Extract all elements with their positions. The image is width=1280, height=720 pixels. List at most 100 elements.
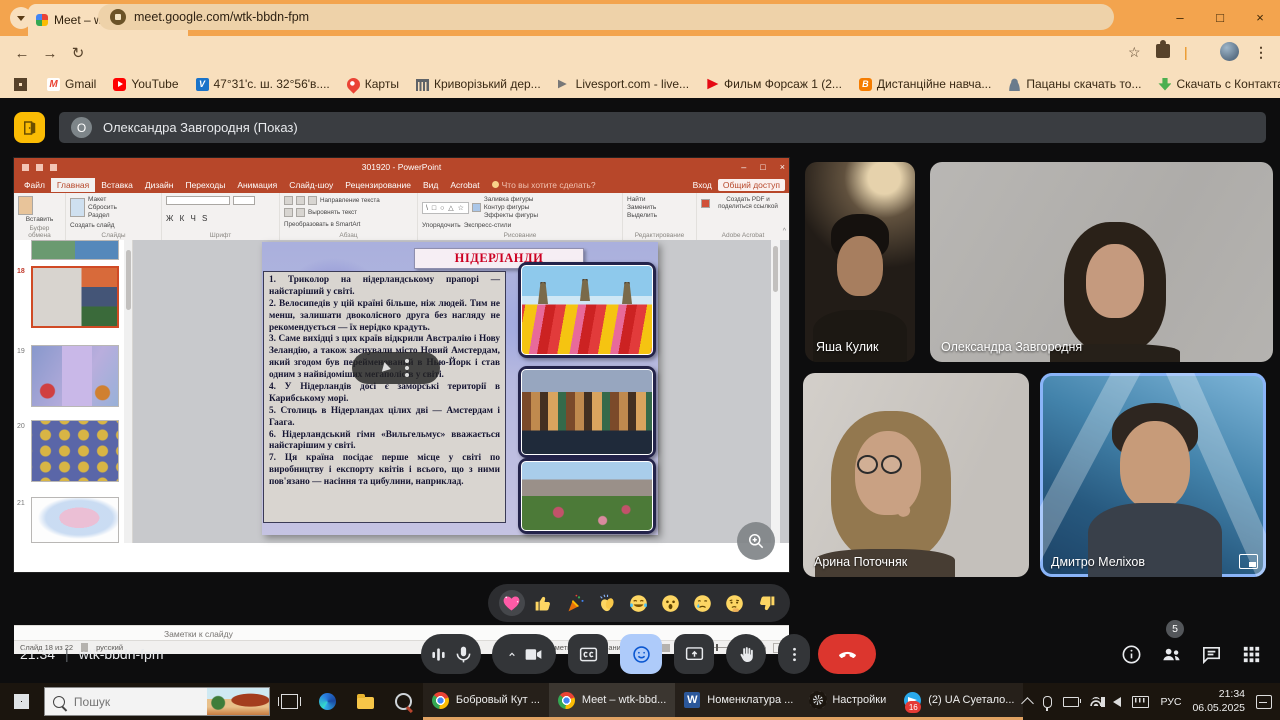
touch-keyboard-icon[interactable] (1132, 696, 1149, 708)
captions-button[interactable] (568, 634, 608, 674)
activities-button[interactable] (1240, 643, 1263, 671)
map-v-icon: V (196, 78, 209, 91)
meeting-room-button[interactable] (14, 112, 45, 143)
bookmark-maps[interactable]: Карты (347, 77, 399, 91)
silhouette (813, 310, 907, 362)
replace-label: Заменить (627, 204, 692, 211)
bookmark-star-icon[interactable]: ☆ (1128, 44, 1141, 61)
gmail-icon: M (47, 78, 60, 91)
start-button[interactable] (0, 683, 44, 720)
windows-taskbar: Бобровый Кут ... Meet – wtk-bbd... W Ном… (0, 683, 1280, 720)
reaction-laugh[interactable] (626, 590, 652, 616)
ppt-tab-slideshow: Слайд-шоу (283, 178, 339, 192)
site-info-icon[interactable] (110, 9, 126, 25)
reaction-sparkling-heart[interactable] (499, 590, 525, 616)
ppt-tell-me-label: Что вы хотите сделать? (502, 180, 596, 190)
shared-screen-powerpoint[interactable]: 301920 - PowerPoint – □ × Файл Главная В… (14, 158, 789, 572)
reaction-clap[interactable] (594, 590, 620, 616)
bookmark-patsany[interactable]: Пацаны скачать то... (1008, 77, 1141, 91)
ppt-tab-home: Главная (51, 178, 95, 192)
language-indicator[interactable]: РУС (1160, 696, 1181, 708)
folder-icon (357, 697, 374, 709)
window-minimize-button[interactable]: – (1160, 0, 1200, 34)
reaction-thinking[interactable] (721, 590, 747, 616)
ppt-close-icon: × (780, 162, 785, 172)
dots-icon (405, 366, 409, 370)
profile-avatar[interactable] (1220, 42, 1239, 61)
meeting-status-row: 21:34 | wtk-bbdn-fpm (20, 646, 164, 662)
chat-button[interactable] (1200, 643, 1223, 671)
tray-expand-icon[interactable] (1022, 697, 1035, 710)
chrome-icon (432, 692, 449, 709)
silhouette (1120, 421, 1190, 509)
bookmark-livesport[interactable]: Livesport.com - live... (558, 77, 689, 91)
bookmark-youtube[interactable]: YouTube (113, 77, 178, 91)
address-bar[interactable]: meet.google.com/wtk-bbdn-fpm (98, 4, 1114, 30)
bookmark-movie[interactable]: Фильм Форсаж 1 (2... (706, 77, 842, 91)
silhouette (1086, 244, 1144, 318)
taskbar-app-word[interactable]: W Номенклатура ... (675, 683, 802, 720)
bookmark-vk-download[interactable]: Скачать с Контакта,... (1158, 77, 1280, 91)
mic-button[interactable] (421, 634, 481, 674)
forward-button[interactable]: → (36, 45, 64, 62)
reaction-thumbs-down[interactable] (753, 590, 779, 616)
microphone-icon (453, 644, 474, 665)
play-icon (558, 78, 571, 91)
reload-button[interactable]: ↻ (64, 44, 92, 62)
hand-icon (736, 644, 757, 665)
group-label: Буфер обмена (18, 224, 61, 239)
people-button[interactable] (1160, 643, 1183, 671)
tray-microphone-icon[interactable] (1043, 696, 1052, 708)
volume-icon[interactable] (1113, 697, 1121, 707)
file-explorer-button[interactable] (347, 683, 385, 720)
bookmark-university[interactable]: Криворізький дер... (416, 77, 541, 91)
taskbar-app-chrome-meet[interactable]: Meet – wtk-bbd... (549, 683, 675, 720)
browser-menu-icon[interactable]: ⋮ (1254, 44, 1268, 61)
reaction-thumbs-up[interactable] (531, 590, 557, 616)
video-tile-aryna[interactable]: Арина Поточняк (803, 373, 1029, 577)
bookmark-distance-learning[interactable]: BДистанційне навча... (859, 77, 991, 91)
battery-icon[interactable] (1063, 697, 1079, 707)
magnifier-app-button[interactable] (385, 683, 423, 720)
search-highlight-image[interactable] (207, 688, 269, 715)
apps-grid-icon[interactable] (14, 78, 27, 91)
bookmark-coordinates[interactable]: V47°31'с. ш. 32°56'в.... (196, 77, 330, 91)
back-button[interactable]: ← (8, 45, 36, 62)
notifications-icon[interactable] (1256, 695, 1272, 709)
slide-18-netherlands: НІДЕРЛАНДИ 1. Триколор на нідерландськом… (262, 242, 658, 535)
shapes-gallery: \ □ ○ △ ☆ (422, 202, 469, 214)
search-input[interactable] (72, 694, 186, 710)
video-tile-oleksandra[interactable]: Олександра Завгородня (930, 162, 1273, 362)
raise-hand-button[interactable] (726, 634, 766, 674)
taskbar-app-settings[interactable]: Настройки (802, 683, 895, 720)
taskbar-app-telegram[interactable]: 16 (2) UA Суетало... (895, 683, 1023, 720)
meeting-details-button[interactable] (1120, 643, 1143, 671)
taskbar-clock[interactable]: 21:34 06.05.2025 (1192, 688, 1245, 714)
reaction-party[interactable] (562, 590, 588, 616)
picture-in-picture-icon[interactable] (1239, 554, 1258, 569)
video-tile-yasha[interactable]: Яша Кулик (805, 162, 915, 362)
camera-button[interactable] (492, 634, 556, 674)
reaction-surprised[interactable] (658, 590, 684, 616)
present-button[interactable] (674, 634, 714, 674)
bookmark-gmail[interactable]: MGmail (47, 77, 96, 91)
leave-call-button[interactable] (818, 634, 876, 674)
window-maximize-button[interactable]: □ (1200, 0, 1240, 34)
taskbar-search-box[interactable] (44, 687, 270, 716)
zoom-shared-content-button[interactable] (737, 522, 775, 560)
ppt-tab-review: Рецензирование (339, 178, 417, 192)
window-close-button[interactable]: × (1240, 0, 1280, 34)
edge-button[interactable] (308, 683, 346, 720)
more-options-button[interactable] (778, 634, 810, 674)
task-view-button[interactable] (270, 683, 308, 720)
bookmark-label: Дистанційне навча... (877, 77, 991, 91)
reactions-button[interactable] (620, 634, 662, 674)
video-tile-dmytro[interactable]: Дмитро Меліхов (1040, 373, 1266, 577)
audio-level-icon (428, 644, 449, 665)
thumbnail-number: 20 (17, 423, 25, 430)
ppt-window-controls: – □ × (741, 158, 785, 176)
reaction-crying[interactable] (689, 590, 715, 616)
presenter-pill[interactable]: О Олександра Завгородня (Показ) (59, 112, 1266, 143)
extensions-icon[interactable] (1156, 44, 1170, 58)
taskbar-app-chrome-bobrovy[interactable]: Бобровый Кут ... (423, 683, 549, 720)
